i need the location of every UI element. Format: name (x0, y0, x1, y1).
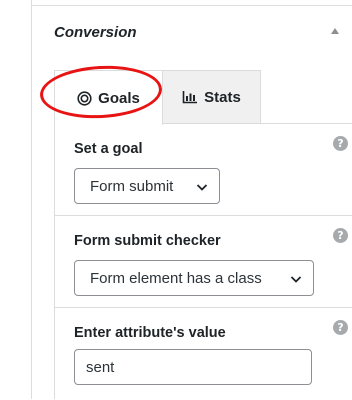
goal-select[interactable]: Form submit (74, 168, 220, 204)
attribute-value-field: Enter attribute's value ? (55, 308, 352, 400)
question-icon[interactable]: ? (333, 320, 348, 335)
panel-header[interactable]: Conversion (32, 6, 352, 58)
attribute-value-input[interactable] (74, 349, 312, 385)
panel-title: Conversion (54, 24, 137, 41)
question-icon[interactable]: ? (333, 136, 348, 151)
tab-bar: Goals Stats (54, 70, 352, 125)
attribute-value-label: Enter attribute's value (74, 325, 226, 341)
target-icon (77, 90, 92, 106)
bar-chart-icon (182, 90, 198, 104)
checker-select-value: Form element has a class (90, 269, 262, 287)
collapse-arrow-icon[interactable] (331, 28, 339, 34)
set-goal-label: Set a goal (74, 141, 143, 157)
tab-stats[interactable]: Stats (162, 70, 261, 124)
goals-tab-content: Set a goal ? Form submit Form submit che… (54, 123, 352, 399)
set-goal-field: Set a goal ? Form submit (55, 124, 352, 216)
tab-goals-label: Goals (98, 89, 140, 107)
tab-goals[interactable]: Goals (54, 70, 163, 125)
checker-select[interactable]: Form element has a class (74, 260, 314, 296)
chevron-down-icon (290, 276, 302, 283)
question-icon[interactable]: ? (333, 228, 348, 243)
form-submit-checker-label: Form submit checker (74, 233, 221, 249)
form-submit-checker-field: Form submit checker ? Form element has a… (55, 216, 352, 308)
goal-select-value: Form submit (90, 177, 174, 195)
conversion-panel: Conversion Goals Stats Set a goal ? Form… (31, 0, 352, 399)
chevron-down-icon (196, 184, 208, 191)
tab-stats-label: Stats (204, 88, 241, 106)
